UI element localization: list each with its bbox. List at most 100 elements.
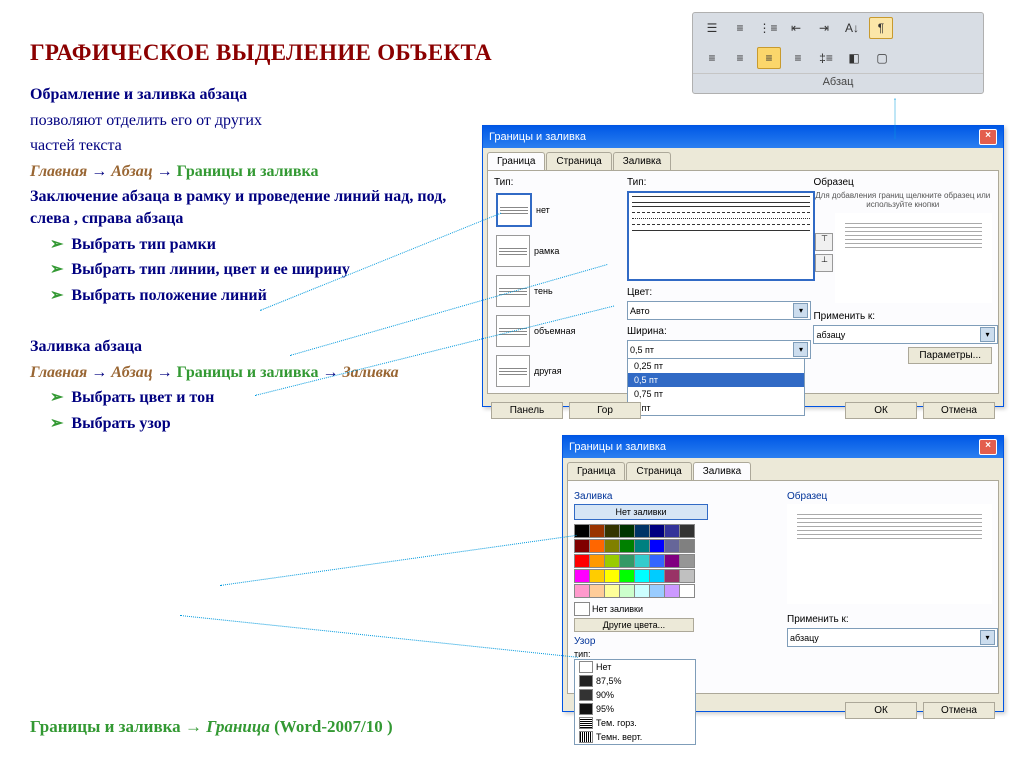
type-custom[interactable]: другая [494,353,619,389]
color-swatch[interactable] [664,584,680,598]
shading-dialog: Границы и заливка × Граница Страница Зал… [562,435,1004,712]
color-swatch[interactable] [634,584,650,598]
sort-icon[interactable]: A↓ [841,18,863,38]
align-center-icon[interactable]: ≡ [729,48,751,68]
line-spacing-icon[interactable]: ‡≡ [815,48,837,68]
color-swatch[interactable] [679,554,695,568]
type-none[interactable]: нет [494,191,619,229]
preview-col: Образец Для добавления границ щелкните о… [813,177,992,387]
color-swatch[interactable] [604,524,620,538]
ok-button2[interactable]: ОК [845,702,917,719]
color-swatch[interactable] [664,524,680,538]
arrow-line [220,535,577,586]
no-fill-button[interactable]: Нет заливки [574,504,708,520]
color-swatch[interactable] [574,539,590,553]
color-swatch[interactable] [619,554,635,568]
intro-l3: частей текста [30,135,450,157]
color-swatch[interactable] [649,554,665,568]
color-swatch[interactable] [589,524,605,538]
bullets1: Выбрать тип рамки Выбрать тип линии, цве… [30,234,450,307]
color-swatch[interactable] [604,569,620,583]
indent-right-icon[interactable]: ⇥ [813,18,835,38]
tab-page[interactable]: Страница [546,152,611,170]
shading-icon[interactable]: ◧ [843,48,865,68]
width-menu: 0,25 пт 0,5 пт 0,75 пт 1 пт [627,358,806,416]
color-swatch[interactable] [634,539,650,553]
intro-l2: позволяют отделить его от других [30,110,450,132]
width-dropdown[interactable]: 0,5 пт▾ [627,340,812,359]
color-swatch[interactable] [589,569,605,583]
tab2-shading[interactable]: Заливка [693,462,752,480]
color-swatch[interactable] [589,539,605,553]
color-swatch[interactable] [649,539,665,553]
cancel-button2[interactable]: Отмена [923,702,995,719]
color-swatch[interactable] [664,569,680,583]
close-icon[interactable]: × [979,439,997,455]
color-swatch[interactable] [649,584,665,598]
align-justify-icon[interactable]: ≡ [757,47,781,69]
color-swatch[interactable] [574,569,590,583]
line-style-list[interactable] [627,191,816,281]
applyto-dropdown[interactable]: абзацу▾ [813,325,998,344]
numbering-icon[interactable]: ≡ [729,18,751,38]
pilcrow-icon[interactable]: ¶ [869,17,893,39]
footer: Границы и заливка → Граница (Word-2007/1… [30,717,393,737]
ribbon-label[interactable]: Абзац [693,73,983,92]
tab2-page[interactable]: Страница [626,462,691,480]
tab-shading[interactable]: Заливка [613,152,672,170]
pattern-list[interactable]: Нет 87,5% 90% 95% Тем. горз. Темн. верт. [574,659,696,745]
titlebar[interactable]: Границы и заливка × [483,126,1003,148]
fill-col: Заливка Нет заливки Нет заливки Другие ц… [574,487,779,687]
no-fill-swatch[interactable] [574,602,590,616]
color-swatch[interactable] [649,524,665,538]
color-swatch[interactable] [619,539,635,553]
align-left-icon[interactable]: ≡ [701,48,723,68]
hline-button[interactable]: Гор [569,402,641,419]
border-bottom-btn[interactable]: ⊥ [815,254,833,272]
color-swatch[interactable] [619,584,635,598]
titlebar2[interactable]: Границы и заливка × [563,436,1003,458]
multilevel-icon[interactable]: ⋮≡ [757,18,779,38]
color-swatch[interactable] [679,524,695,538]
color-swatch[interactable] [679,569,695,583]
indent-left-icon[interactable]: ⇤ [785,18,807,38]
applyto2-dropdown[interactable]: абзацу▾ [787,628,998,647]
color-swatch[interactable] [634,524,650,538]
color-swatch[interactable] [604,539,620,553]
cancel-button[interactable]: Отмена [923,402,995,419]
bullets-icon[interactable]: ☰ [701,18,723,38]
tab-border[interactable]: Граница [487,152,545,170]
color-swatch[interactable] [574,584,590,598]
intro-bold: Обрамление и заливка абзаца [30,84,450,106]
color-swatch[interactable] [604,584,620,598]
color-swatch[interactable] [574,554,590,568]
arrow-line [180,615,578,658]
color-dropdown[interactable]: Авто▾ [627,301,812,320]
close-icon[interactable]: × [979,129,997,145]
style-col: Тип: Цвет: Авто▾ Ширина: 0,5 пт▾ 0,25 пт… [627,177,806,387]
color-swatch[interactable] [679,584,695,598]
color-swatch[interactable] [649,569,665,583]
color-swatch[interactable] [679,539,695,553]
color-swatch[interactable] [634,554,650,568]
ok-button[interactable]: ОК [845,402,917,419]
panel-button[interactable]: Панель [491,402,563,419]
type-box[interactable]: рамка [494,233,619,269]
params-button[interactable]: Параметры... [908,347,992,364]
align-right-icon[interactable]: ≡ [787,48,809,68]
fill-title: Заливка абзаца [30,336,450,358]
color-swatch[interactable] [589,554,605,568]
border-top-btn[interactable]: ⊤ [815,233,833,251]
color-swatch[interactable] [589,584,605,598]
preview-box[interactable] [835,213,992,303]
tab2-border[interactable]: Граница [567,462,625,480]
color-swatch[interactable] [619,524,635,538]
color-swatch[interactable] [604,554,620,568]
color-swatch[interactable] [619,569,635,583]
tabs: Граница Страница Заливка [483,148,1003,170]
borders-icon[interactable]: ▢ [871,48,893,68]
color-swatch[interactable] [634,569,650,583]
more-colors-button[interactable]: Другие цвета... [574,618,694,632]
color-swatch[interactable] [664,554,680,568]
color-swatch[interactable] [664,539,680,553]
